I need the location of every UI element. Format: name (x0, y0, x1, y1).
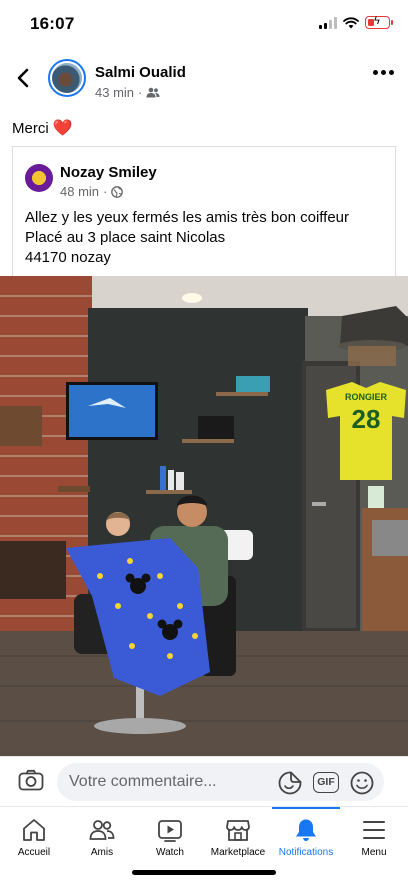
marketplace-icon (226, 820, 250, 841)
author-avatar[interactable] (48, 59, 86, 97)
home-icon (23, 819, 45, 841)
gif-button[interactable]: GIF (313, 772, 339, 793)
shared-author-avatar[interactable] (25, 164, 53, 192)
post-time[interactable]: 43 min (95, 85, 134, 100)
status-bar: 16:07 ϟ (0, 0, 408, 48)
camera-icon[interactable] (18, 769, 44, 791)
nav-item-notifications[interactable]: Notifications (272, 807, 340, 867)
nav-label-notifications: Notifications (278, 847, 334, 858)
nav-item-friends[interactable]: Amis (68, 807, 136, 867)
friends-icon (89, 820, 115, 840)
heart-emoji: ❤️ (52, 120, 73, 137)
nav-label-menu: Menu (361, 847, 387, 858)
wifi-icon (343, 16, 359, 28)
comment-bar: Votre commentaire... GIF (0, 756, 408, 806)
menu-icon (363, 821, 385, 839)
post-photo[interactable]: RONGIER 28 (0, 276, 408, 756)
jersey-name: RONGIER (345, 392, 388, 402)
shared-author-name[interactable]: Nozay Smiley (60, 164, 157, 181)
sticker-icon[interactable] (277, 770, 303, 796)
back-arrow-icon[interactable] (12, 64, 36, 92)
shared-post-text: Allez y les yeux fermés les amis très bo… (25, 209, 350, 266)
post-text-content: Merci (12, 120, 49, 137)
jersey-number: 28 (352, 404, 381, 434)
nav-label-friends: Amis (90, 847, 114, 858)
author-name[interactable]: Salmi Oualid (95, 64, 186, 81)
nav-item-marketplace[interactable]: Marketplace (204, 807, 272, 867)
friends-audience-icon (146, 87, 160, 98)
cellular-signal-icon (319, 16, 337, 29)
globe-icon (111, 185, 124, 198)
emoji-icon[interactable] (349, 770, 375, 796)
battery-icon: ϟ (365, 15, 393, 29)
watch-icon (158, 820, 182, 842)
post-text: Merci ❤️ (12, 118, 73, 138)
home-indicator (132, 870, 276, 875)
shared-post-time[interactable]: 48 min (60, 184, 99, 199)
nav-label-marketplace: Marketplace (210, 847, 266, 858)
shared-post-meta: 48 min · (60, 184, 124, 199)
shared-post-card[interactable]: Nozay Smiley 48 min · Allez y les yeux f… (12, 146, 396, 276)
status-time: 16:07 (30, 14, 75, 33)
nav-label-home: Accueil (17, 847, 51, 858)
comment-input[interactable]: Votre commentaire... GIF (57, 763, 384, 801)
more-options-button[interactable] (373, 70, 394, 75)
post-meta: 43 min · (95, 85, 160, 100)
nav-item-watch[interactable]: Watch (136, 807, 204, 867)
nav-item-menu[interactable]: Menu (340, 807, 408, 867)
bell-icon (296, 819, 316, 841)
nav-label-watch: Watch (156, 847, 184, 858)
status-icons: ϟ (319, 15, 393, 29)
nav-item-home[interactable]: Accueil (0, 807, 68, 867)
post-header: Salmi Oualid 43 min · (0, 56, 408, 102)
comment-placeholder: Votre commentaire... (69, 773, 217, 790)
